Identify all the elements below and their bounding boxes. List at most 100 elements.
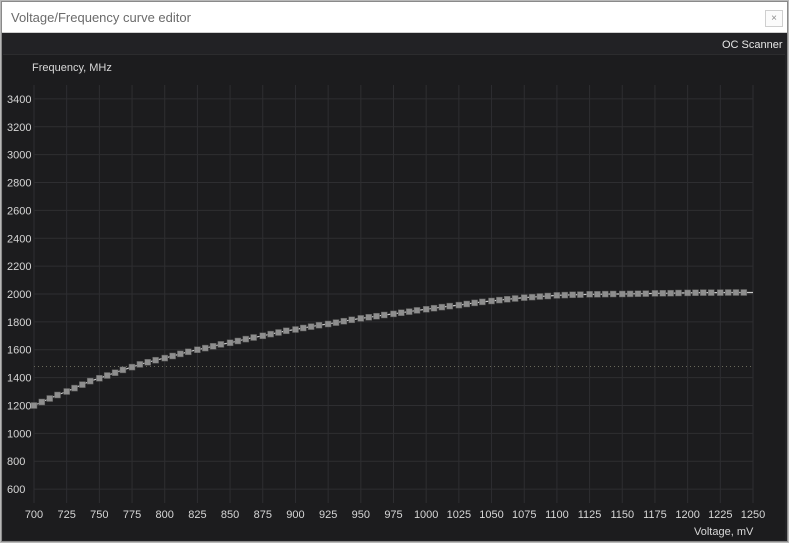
vf-curve-point[interactable] [528,293,536,301]
vf-curve-point[interactable] [144,359,151,366]
vf-curve-point[interactable] [471,299,478,307]
vf-curve-point[interactable] [119,366,127,374]
vf-curve-chart[interactable]: 700 725 750 775 800 825 850 875 900 925 950 975 1000… [0,0,789,543]
x-tick-label: 1075 [512,509,536,521]
vf-curve-point[interactable] [455,301,463,309]
x-tick-label: 1150 [610,509,634,521]
vf-curve-point[interactable] [209,343,217,350]
vf-curve-point[interactable] [217,341,225,348]
vf-curve-point[interactable] [503,296,511,303]
vf-curve-point[interactable] [602,290,609,298]
vf-curve-point[interactable] [438,303,446,311]
x-tick-label: 950 [352,509,370,521]
vf-curve-point[interactable] [651,290,659,297]
vf-curve-point[interactable] [390,310,397,318]
vf-curve-point[interactable] [292,326,299,333]
vf-curve-point[interactable] [479,298,486,306]
vf-curve-point[interactable] [111,369,119,376]
y-tick-label: 3200 [7,122,31,134]
vf-curve-point[interactable] [194,346,201,353]
vf-curve-point[interactable] [740,289,748,296]
vf-curve-point[interactable] [226,339,234,347]
vf-curve-point[interactable] [536,293,544,300]
vf-curve-point[interactable] [250,334,257,341]
x-tick-label: 1175 [643,509,667,521]
vf-curve-point[interactable] [234,337,242,345]
vf-curve-point[interactable] [381,311,388,319]
vf-curve-point[interactable] [619,290,626,298]
vf-curve-point[interactable] [594,291,601,298]
vf-curve-point[interactable] [488,297,495,305]
vf-curve-point[interactable] [300,324,307,332]
vf-curve-point[interactable] [659,290,667,297]
x-tick-label: 1225 [708,509,732,521]
vf-curve-point[interactable] [315,321,323,329]
vf-curve-point[interactable] [692,289,699,296]
vf-curve-point[interactable] [553,292,561,299]
vf-curve-point[interactable] [340,317,348,325]
vf-curve-point[interactable] [511,295,519,302]
vf-curve-point[interactable] [544,292,552,300]
vf-curve-point[interactable] [577,291,584,298]
vf-curve-point[interactable] [422,306,430,313]
vf-curve-point[interactable] [667,289,674,297]
vf-curve-point[interactable] [332,319,340,326]
y-tick-label: 1000 [7,428,31,440]
vf-curve-point[interactable] [405,308,413,315]
vf-curve-point[interactable] [569,291,576,299]
vf-curve-point[interactable] [357,315,365,322]
vf-curve-point[interactable] [46,395,53,402]
vf-curve-point[interactable] [202,344,209,352]
vf-curve-point[interactable] [128,363,136,371]
vf-curve-point[interactable] [626,290,634,298]
vf-curve-point[interactable] [724,289,732,296]
x-tick-label: 775 [123,509,141,521]
vf-curve-point[interactable] [398,309,405,316]
vf-curve-point[interactable] [177,350,184,358]
vf-curve-point[interactable] [169,352,176,360]
vf-curve-point[interactable] [103,372,111,379]
vf-curve-point[interactable] [700,289,707,296]
vf-curve-point[interactable] [63,388,70,395]
vf-curve-point[interactable] [675,289,682,297]
vf-curve-point[interactable] [38,398,46,406]
vf-curve-point[interactable] [259,332,267,340]
vf-curve-point[interactable] [86,377,94,385]
vf-curve-point[interactable] [446,302,453,310]
vf-curve-point[interactable] [275,329,282,336]
vf-curve-point[interactable] [161,354,168,362]
vf-curve-point[interactable] [71,384,78,392]
vf-curve-point[interactable] [684,289,691,297]
vf-curve-point[interactable] [307,323,315,330]
vf-curve-point[interactable] [30,402,38,409]
vf-curve-point[interactable] [348,316,355,324]
vf-curve-point[interactable] [413,307,421,314]
vf-curve-point[interactable] [430,304,438,312]
vf-curve-point[interactable] [707,289,715,296]
vf-curve-point[interactable] [732,289,740,296]
vf-curve-point[interactable] [136,361,144,368]
vf-curve-point[interactable] [609,290,617,298]
vf-curve-point[interactable] [324,320,332,328]
vf-curve-point[interactable] [365,314,372,321]
vf-curve-point[interactable] [520,294,528,301]
vf-curve-point[interactable] [283,327,290,335]
x-tick-label: 900 [286,509,304,521]
x-tick-label: 1100 [545,509,569,521]
vf-curve-point[interactable] [561,291,569,299]
vf-curve-point[interactable] [54,391,61,399]
vf-curve-point[interactable] [79,381,86,388]
vf-curve-point[interactable] [717,289,724,296]
vf-curve-point[interactable] [96,375,103,382]
vf-curve-point[interactable] [267,330,274,338]
vf-curve-point[interactable] [373,312,380,320]
vf-curve-point[interactable] [185,348,192,356]
vf-curve-point[interactable] [634,290,642,297]
vf-curve-point[interactable] [463,300,470,308]
vf-curve-point[interactable] [586,291,593,298]
vf-curve-point[interactable] [242,335,250,343]
vf-curve-point[interactable] [152,356,159,364]
vf-curve-point[interactable] [496,296,503,304]
vf-curve-point[interactable] [642,290,650,297]
x-tick-label: 700 [25,509,43,521]
